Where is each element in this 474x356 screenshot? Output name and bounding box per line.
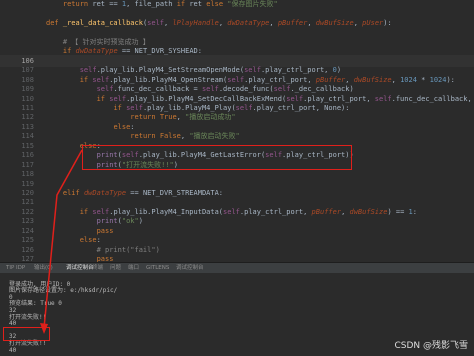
watermark: CSDN @残影飞雪 — [394, 341, 468, 351]
panel-tab[interactable]: 输出(0) — [34, 263, 53, 273]
code-editor[interactable]: return ret == 1, file_path if ret else "… — [0, 0, 474, 262]
highlight-box-code — [82, 145, 352, 170]
panel-tab[interactable]: TIP IDP — [6, 263, 25, 273]
panel-tab[interactable]: GITLENS — [146, 263, 169, 273]
console-line: 图片保存路径设置为: e:/hksdr/pic/ — [9, 287, 118, 295]
console-line: 预览结果: True 0 — [9, 300, 62, 308]
panel-tab[interactable]: 端口 — [128, 263, 139, 273]
bottom-panel-tabs: TIP IDP 输出(0) 调试控制台 终端 问题 端口 GITLENS 调试控制台 — [0, 263, 474, 274]
code-token: pass — [96, 255, 114, 262]
panel-tab[interactable]: 问题 — [110, 263, 121, 273]
code-line[interactable]: 127 pass — [0, 253, 474, 262]
highlight-box-console — [3, 327, 50, 341]
code-text: pass — [46, 253, 114, 262]
panel-tab[interactable]: 终端 — [92, 263, 103, 273]
panel-tab[interactable]: 调试控制台 — [176, 263, 204, 273]
console-line: 40 — [9, 346, 17, 354]
line-number: 127 — [21, 255, 34, 262]
